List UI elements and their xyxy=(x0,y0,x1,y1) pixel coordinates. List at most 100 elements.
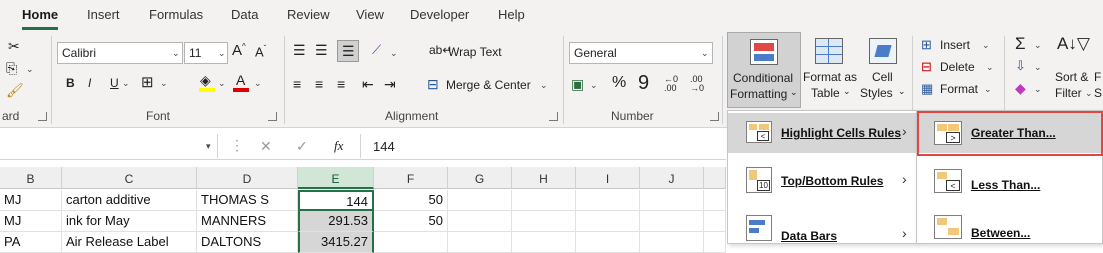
cell[interactable]: DALTONS xyxy=(197,232,298,253)
cut-icon[interactable]: ✂ xyxy=(8,38,20,55)
cell[interactable] xyxy=(704,211,726,232)
selected-cell[interactable]: 3415.27 xyxy=(298,232,374,253)
cell[interactable] xyxy=(512,190,576,211)
merge-center-button[interactable]: Merge & Center xyxy=(446,78,531,92)
font-color-icon[interactable]: A xyxy=(236,72,245,88)
align-middle-icon[interactable]: ☰ xyxy=(315,42,328,59)
sort-filter-button-2[interactable]: Filter xyxy=(1055,86,1082,100)
tab-data[interactable]: Data xyxy=(231,7,258,22)
tab-help[interactable]: Help xyxy=(498,7,525,22)
cell[interactable]: THOMAS S xyxy=(197,190,298,211)
column-header[interactable] xyxy=(704,167,726,189)
alignment-launcher-icon[interactable] xyxy=(549,112,558,121)
cell[interactable]: MANNERS xyxy=(197,211,298,232)
column-header[interactable]: J xyxy=(640,167,704,189)
cell[interactable]: carton additive xyxy=(62,190,197,211)
number-format-select[interactable]: General xyxy=(569,42,713,64)
chevron-down-icon[interactable]: ⌄ xyxy=(160,78,168,89)
insert-cells-button[interactable]: Insert xyxy=(940,38,970,52)
decrease-indent-icon[interactable]: ⇤ xyxy=(362,76,374,93)
menu-item-top-bottom-rules[interactable]: 10 Top/Bottom Rules › xyxy=(728,159,916,199)
cell[interactable] xyxy=(448,211,512,232)
tab-insert[interactable]: Insert xyxy=(87,7,120,22)
cell[interactable] xyxy=(448,190,512,211)
chevron-down-icon[interactable]: ⌄ xyxy=(218,78,226,89)
cell[interactable] xyxy=(640,232,704,253)
align-left-icon[interactable]: ≡ xyxy=(293,76,301,92)
copy-icon[interactable]: ⎘ xyxy=(6,60,17,77)
increase-decimal-icon[interactable]: ←0.00 xyxy=(664,75,678,93)
cell[interactable] xyxy=(704,232,726,253)
cancel-icon[interactable]: ✕ xyxy=(260,138,272,155)
decrease-font-icon[interactable]: Aˇ xyxy=(255,44,266,59)
column-header[interactable]: F xyxy=(374,167,448,189)
cell[interactable]: 50 xyxy=(374,211,448,232)
find-select-label[interactable]: F xyxy=(1094,70,1101,84)
chevron-down-icon[interactable]: ⌄ xyxy=(122,78,130,89)
column-header[interactable]: H xyxy=(512,167,576,189)
borders-icon[interactable]: ⊞ xyxy=(141,73,154,91)
clear-icon[interactable]: ◆ xyxy=(1015,80,1026,97)
active-cell[interactable]: 144 xyxy=(298,190,374,211)
bold-button[interactable]: B xyxy=(66,76,75,90)
format-as-table-button[interactable]: Format as Table ⌄ xyxy=(803,32,859,108)
orientation-icon[interactable]: ⟋ xyxy=(372,42,381,58)
tab-review[interactable]: Review xyxy=(287,7,330,22)
tab-home[interactable]: Home xyxy=(22,7,58,22)
chevron-down-icon[interactable]: ⌄ xyxy=(1034,62,1042,73)
formula-input[interactable]: 144 xyxy=(373,139,395,154)
chevron-down-icon[interactable]: ⌄ xyxy=(390,48,398,59)
format-painter-icon[interactable]: 🖌 xyxy=(6,82,24,99)
column-header[interactable]: I xyxy=(576,167,640,189)
find-select-label-2[interactable]: S xyxy=(1094,86,1102,100)
column-header-selected[interactable]: E xyxy=(298,167,374,189)
chevron-down-icon[interactable]: ⌄ xyxy=(218,48,226,59)
chevron-down-icon[interactable]: ▾ xyxy=(206,141,211,152)
underline-button[interactable]: U xyxy=(110,76,119,90)
sort-filter-button[interactable]: Sort & xyxy=(1055,70,1088,84)
column-header[interactable]: D xyxy=(197,167,298,189)
chevron-down-icon[interactable]: ⌄ xyxy=(986,62,994,73)
chevron-down-icon[interactable]: ⌄ xyxy=(590,80,598,91)
number-launcher-icon[interactable] xyxy=(710,112,719,121)
cell[interactable]: 50 xyxy=(374,190,448,211)
cell[interactable] xyxy=(576,232,640,253)
increase-indent-icon[interactable]: ⇥ xyxy=(384,76,396,93)
clipboard-launcher-icon[interactable] xyxy=(38,112,47,121)
align-top-icon[interactable]: ☰ xyxy=(293,42,306,59)
font-launcher-icon[interactable] xyxy=(268,112,277,121)
tab-formulas[interactable]: Formulas xyxy=(149,7,203,22)
cell[interactable] xyxy=(704,190,726,211)
chevron-down-icon[interactable]: ⌄ xyxy=(1034,84,1042,95)
autosum-icon[interactable]: Σ xyxy=(1015,34,1026,54)
conditional-formatting-button[interactable]: Conditional Formatting ⌄ xyxy=(727,32,801,108)
cell[interactable] xyxy=(576,190,640,211)
menu-item-highlight-cells-rules[interactable]: < Highlight Cells Rules › xyxy=(728,113,916,153)
menu-item-data-bars[interactable]: Data Bars › xyxy=(728,207,916,247)
chevron-down-icon[interactable]: ⌄ xyxy=(254,78,262,89)
chevron-down-icon[interactable]: ⌄ xyxy=(172,48,180,59)
chevron-down-icon[interactable]: ⌄ xyxy=(984,84,992,95)
column-header[interactable]: C xyxy=(62,167,197,189)
cell[interactable] xyxy=(512,211,576,232)
chevron-down-icon[interactable]: ⌄ xyxy=(540,80,548,91)
selected-cell[interactable]: 291.53 xyxy=(298,211,374,232)
enter-icon[interactable]: ✓ xyxy=(296,138,308,155)
cell[interactable] xyxy=(640,211,704,232)
cell[interactable]: MJ xyxy=(0,190,62,211)
fill-color-icon[interactable]: ◈ xyxy=(200,72,211,89)
format-cells-button[interactable]: Format xyxy=(940,82,978,96)
column-header[interactable]: B xyxy=(0,167,62,189)
italic-button[interactable]: I xyxy=(88,76,91,90)
cell[interactable]: PA xyxy=(0,232,62,253)
cell[interactable] xyxy=(374,232,448,253)
tab-developer[interactable]: Developer xyxy=(410,7,469,22)
wrap-text-button[interactable]: Wrap Text xyxy=(448,45,502,59)
cell[interactable]: Air Release Label xyxy=(62,232,197,253)
comma-style-button[interactable]: 9 xyxy=(638,72,649,95)
delete-cells-button[interactable]: Delete xyxy=(940,60,975,74)
tab-view[interactable]: View xyxy=(356,7,384,22)
menu-item-between[interactable]: Between... xyxy=(917,209,1102,249)
cell[interactable]: ink for May xyxy=(62,211,197,232)
font-name-select[interactable]: Calibri xyxy=(57,42,183,64)
